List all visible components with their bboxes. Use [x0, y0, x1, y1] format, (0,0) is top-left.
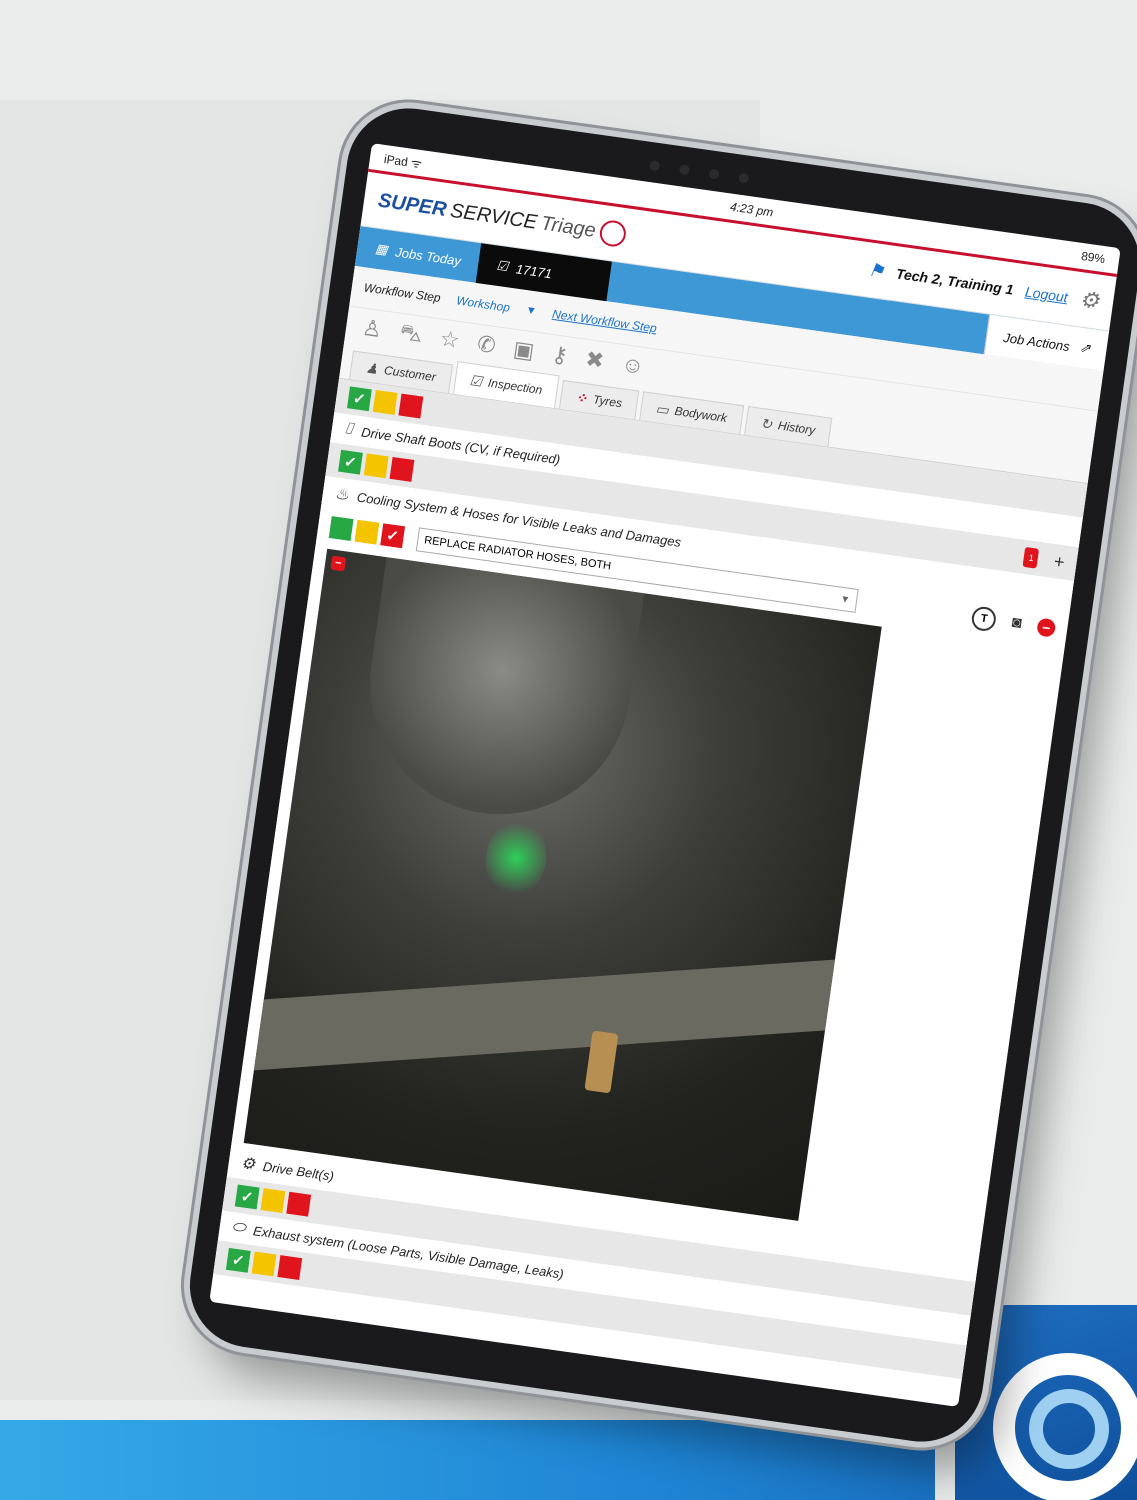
- battery-level: 89%: [1080, 248, 1107, 267]
- chevron-down-icon: ▼: [839, 593, 851, 606]
- settings-gear-icon[interactable]: ⚙: [1078, 286, 1101, 314]
- tools-icon[interactable]: ✖: [584, 346, 606, 374]
- calendar-icon: ▦: [374, 240, 389, 258]
- vehicle-icon[interactable]: ▣: [512, 336, 536, 365]
- engine-icon: ⚙: [239, 1154, 257, 1174]
- tablet-screen: iPad ᯤ 4:23 pm 89% SUPER SERVICE Triage …: [209, 143, 1121, 1407]
- rating-red[interactable]: [277, 1255, 303, 1280]
- rating-green-check[interactable]: ✓: [234, 1184, 260, 1210]
- pulse-icon: [597, 218, 628, 249]
- rating-red[interactable]: [389, 456, 415, 482]
- logo-inner-ring: [1029, 1389, 1109, 1469]
- workflow-select[interactable]: Workshop: [455, 293, 510, 314]
- remove-photo-icon[interactable]: −: [330, 555, 347, 572]
- workflow-label: Workflow Step: [362, 280, 442, 306]
- tab-history-label: History: [777, 418, 817, 438]
- rating-red-check[interactable]: ✓: [380, 523, 406, 549]
- tab-tyres-label: Tyres: [592, 392, 623, 411]
- logout-link[interactable]: Logout: [1024, 284, 1069, 306]
- drive-shaft-icon: ⌷: [342, 420, 355, 439]
- rating-red[interactable]: [286, 1191, 312, 1217]
- brand-service: SERVICE: [448, 199, 539, 234]
- inspection-photo: −: [243, 548, 882, 1221]
- tab-bodywork-label: Bodywork: [673, 403, 728, 426]
- car-icon[interactable]: ⛍: [398, 318, 424, 350]
- key-icon[interactable]: ⚷: [550, 341, 569, 369]
- tyres-icon: ⁘: [574, 388, 589, 406]
- rating-yellow[interactable]: [354, 519, 380, 545]
- phone-icon[interactable]: ✆: [476, 331, 498, 359]
- reception-icon[interactable]: ♙: [361, 315, 384, 343]
- note-actions: 1 +: [1022, 546, 1066, 573]
- satellite-icon: ⚑: [867, 258, 886, 282]
- device-label: iPad ᯤ: [383, 151, 423, 171]
- checkbox-icon: ☑: [495, 257, 510, 275]
- note-count-badge[interactable]: 1: [1022, 546, 1040, 569]
- tab-inspection-label: Inspection: [487, 375, 544, 398]
- mechanic-icon[interactable]: ☺: [620, 351, 646, 380]
- job-actions-label: Job Actions: [1002, 329, 1071, 354]
- tab-jobs-today-label: Jobs Today: [394, 243, 462, 269]
- photo-hose: [353, 557, 645, 831]
- rating-yellow[interactable]: [363, 453, 389, 479]
- user-name: Tech 2, Training 1: [895, 265, 1015, 298]
- brand-super: SUPER: [376, 189, 449, 221]
- remove-icon[interactable]: −: [1036, 617, 1057, 638]
- rating-green-check[interactable]: ✓: [346, 386, 372, 412]
- rating-green-check[interactable]: ✓: [225, 1247, 251, 1273]
- job-number: 17171: [514, 260, 553, 281]
- photo-leak: [480, 814, 552, 902]
- add-icon[interactable]: +: [1053, 551, 1066, 573]
- brand-triage: Triage: [539, 211, 598, 242]
- history-icon: ↻: [759, 414, 774, 432]
- checkbox-icon: ☑: [468, 371, 484, 390]
- person-icon: ♟: [364, 358, 380, 377]
- share-icon: ⇗: [1078, 339, 1092, 356]
- text-note-icon[interactable]: T: [970, 605, 998, 633]
- rating-green-check[interactable]: ✓: [338, 449, 363, 475]
- rating-green[interactable]: [328, 516, 354, 541]
- exhaust-icon: ⬭: [230, 1218, 247, 1237]
- next-workflow-step-link[interactable]: Next Workflow Step: [551, 307, 657, 336]
- item-drive-belt-label: Drive Belt(s): [261, 1158, 335, 1184]
- rating-yellow[interactable]: [260, 1188, 286, 1214]
- rating-yellow[interactable]: [251, 1251, 277, 1277]
- photo-crossmember: [243, 953, 882, 1073]
- rating-red[interactable]: [398, 393, 424, 419]
- status-time: 4:23 pm: [729, 199, 775, 220]
- coolant-icon: ♨: [333, 485, 351, 505]
- camera-icon[interactable]: ◙: [1011, 614, 1023, 633]
- rating-yellow[interactable]: [372, 389, 398, 415]
- bodywork-icon: ▭: [654, 399, 670, 418]
- camera-bar: [649, 159, 750, 184]
- chevron-down-icon[interactable]: ▼: [525, 304, 537, 317]
- inspection-content: ✓ ⌷ Drive Shaft Boots (CV, if Required) …: [213, 378, 1088, 1380]
- tab-customer-label: Customer: [383, 363, 437, 385]
- star-icon[interactable]: ☆: [438, 326, 461, 354]
- cooling-actions: T ◙ −: [970, 605, 1057, 640]
